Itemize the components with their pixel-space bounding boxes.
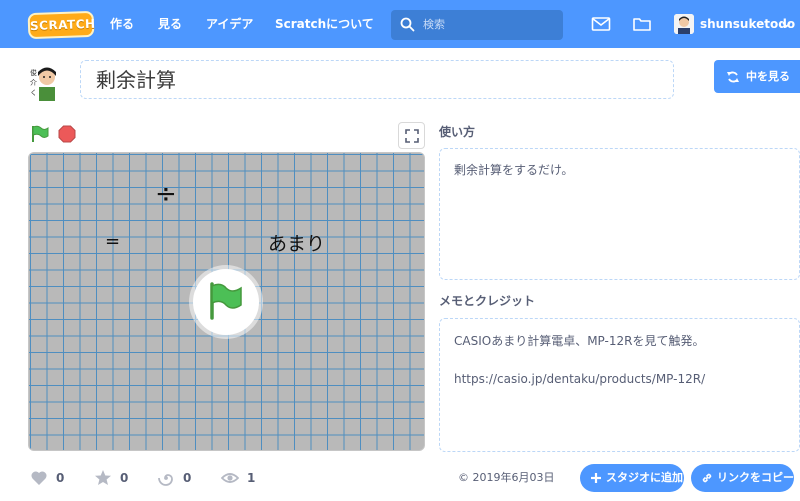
my-stuff-folder-icon[interactable] (632, 14, 652, 34)
nav-link-create[interactable]: 作る (110, 0, 134, 48)
remix-count: 0 (157, 468, 197, 488)
copy-link-label: リンクをコピー (717, 471, 794, 484)
top-nav-bar: SCRATCH 作る 見る アイデア Scratchについて 検索 shunsu… (0, 0, 800, 48)
remix-spiral-icon (158, 474, 173, 486)
plus-icon (591, 473, 601, 483)
remix-count-value: 0 (183, 471, 192, 485)
favorite-count-value: 0 (120, 471, 129, 485)
view-count: 1 (221, 468, 261, 488)
view-count-value: 1 (247, 471, 256, 485)
stage-remainder-label: あまり (268, 233, 326, 255)
share-date: © 2019年6月03日 (458, 471, 555, 484)
svg-text:俊: 俊 (30, 68, 37, 77)
nav-link-explore[interactable]: 見る (158, 0, 182, 48)
user-avatar[interactable] (674, 14, 694, 34)
notes-line-1: CASIOあまり計算電卓、MP-12Rを見て触発。 (454, 334, 705, 348)
search-icon (400, 17, 415, 32)
search-input[interactable]: 検索 (391, 10, 563, 40)
love-count-value: 0 (56, 471, 65, 485)
svg-text:介: 介 (30, 79, 37, 87)
fullscreen-button[interactable] (398, 122, 425, 149)
search-placeholder: 検索 (423, 18, 445, 31)
star-icon (95, 470, 111, 485)
heart-icon (31, 471, 47, 485)
nav-link-about[interactable]: Scratchについて (275, 0, 374, 48)
copy-link-button[interactable]: リンクをコピー (691, 464, 794, 492)
add-to-studio-button[interactable]: スタジオに追加 (580, 464, 684, 492)
project-title: 剰余計算 (96, 68, 176, 92)
notes-line-2: https://casio.jp/dentaku/products/MP-12R… (454, 372, 706, 386)
stage-equals-symbol: = (105, 231, 121, 252)
notes-credits-field[interactable]: CASIOあまり計算電卓、MP-12Rを見て触発。 https://casio.… (439, 318, 800, 452)
messages-icon[interactable] (591, 14, 611, 34)
love-count[interactable]: 0 (30, 468, 70, 488)
favorite-count[interactable]: 0 (94, 468, 134, 488)
instructions-text: 剰余計算をするだけ。 (454, 163, 574, 177)
add-to-studio-label: スタジオに追加 (606, 471, 683, 484)
fullscreen-icon (405, 129, 419, 143)
project-title-field[interactable]: 剰余計算 (80, 60, 674, 99)
start-overlay-button[interactable] (193, 269, 259, 335)
stage-divide-symbol: ÷ (155, 179, 177, 209)
instructions-field[interactable]: 剰余計算をするだけ。 (439, 148, 800, 280)
see-inside-button[interactable]: 中を見る (714, 60, 800, 93)
green-flag-icon (210, 282, 242, 320)
nav-link-ideas[interactable]: アイデア (206, 0, 253, 48)
eye-icon (221, 473, 239, 483)
logo-text: SCRATCH (29, 16, 96, 34)
green-flag-icon[interactable] (30, 125, 50, 143)
author-avatar[interactable]: 俊 介 く (27, 63, 61, 103)
see-inside-label: 中を見る (746, 70, 790, 83)
notes-credits-heading: メモとクレジット (439, 294, 536, 308)
scratch-logo[interactable]: SCRATCH (27, 10, 96, 40)
stop-sign-icon[interactable] (58, 125, 76, 143)
link-icon (702, 473, 712, 483)
instructions-heading: 使い方 (439, 125, 476, 139)
remix-arrows-icon (727, 71, 739, 83)
svg-text:く: く (30, 89, 37, 97)
username[interactable]: shunsuketodo (700, 0, 795, 48)
chevron-down-icon[interactable] (782, 22, 791, 28)
